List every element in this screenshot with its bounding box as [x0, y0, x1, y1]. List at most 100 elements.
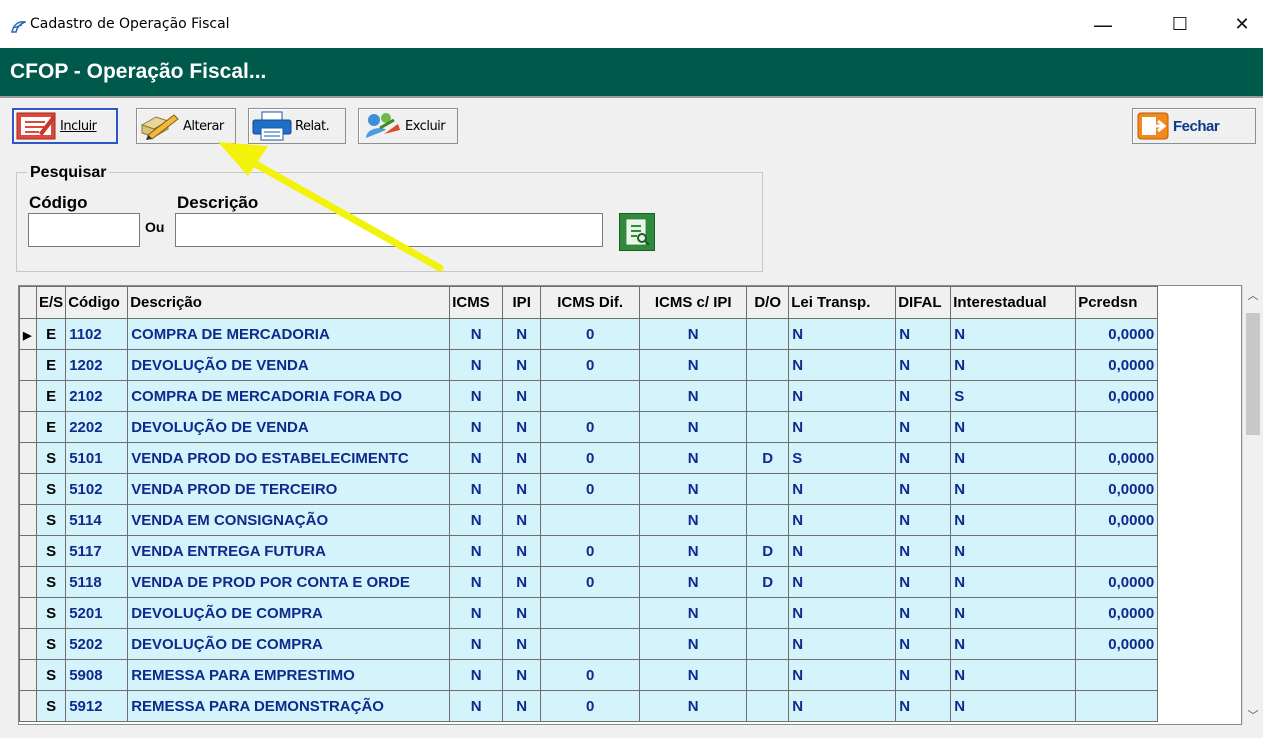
- grid-cell-ipi[interactable]: N: [502, 349, 542, 381]
- grid-cell-difal[interactable]: N: [895, 659, 952, 691]
- grid-cell-difal[interactable]: N: [895, 504, 952, 536]
- grid-cell-icms-ipi[interactable]: N: [639, 566, 748, 598]
- grid-cell-difal[interactable]: N: [895, 380, 952, 412]
- col-header-lei-transp[interactable]: Lei Transp.: [788, 286, 897, 319]
- grid-cell-descricao[interactable]: VENDA PROD DO ESTABELECIMENTC: [127, 442, 451, 474]
- grid-cell-descricao[interactable]: VENDA PROD DE TERCEIRO: [127, 473, 451, 505]
- grid-cell-do[interactable]: [746, 411, 790, 443]
- grid-cell-lei-transp[interactable]: N: [788, 473, 897, 505]
- table-row[interactable]: S 5117 VENDA ENTREGA FUTURA N N 0 N D N N N: [19, 535, 1159, 567]
- col-header-icms[interactable]: ICMS: [449, 286, 504, 319]
- descricao-input[interactable]: [175, 213, 603, 247]
- grid-cell-lei-transp[interactable]: N: [788, 318, 897, 350]
- grid-cell-pcredsn[interactable]: 0,0000: [1075, 349, 1159, 381]
- grid-cell-descricao[interactable]: DEVOLUÇÃO DE COMPRA: [127, 628, 451, 660]
- row-indicator[interactable]: [19, 628, 37, 660]
- grid-cell-codigo[interactable]: 1102: [65, 318, 129, 350]
- grid-cell-es[interactable]: E: [35, 349, 67, 381]
- grid-cell-pcredsn[interactable]: [1075, 411, 1159, 443]
- grid-cell-es[interactable]: S: [35, 659, 67, 691]
- grid-cell-icms-dif[interactable]: 0: [540, 535, 641, 567]
- grid-cell-icms-dif[interactable]: 0: [540, 318, 641, 350]
- grid-cell-icms[interactable]: N: [449, 535, 504, 567]
- grid-cell-descricao[interactable]: COMPRA DE MERCADORIA: [127, 318, 451, 350]
- grid-cell-difal[interactable]: N: [895, 442, 952, 474]
- table-row[interactable]: S 5118 VENDA DE PROD POR CONTA E ORDE N N 0 N D…: [19, 566, 1159, 598]
- grid-cell-pcredsn[interactable]: [1075, 690, 1159, 722]
- row-indicator[interactable]: [19, 380, 37, 412]
- col-header-es[interactable]: E/S: [35, 286, 67, 319]
- grid-cell-do[interactable]: [746, 504, 790, 536]
- grid-cell-icms-ipi[interactable]: N: [639, 597, 748, 629]
- grid-cell-ipi[interactable]: N: [502, 535, 542, 567]
- table-row[interactable]: S 5101 VENDA PROD DO ESTABELECIMENTC N N 0 N D S…: [19, 442, 1159, 474]
- grid-cell-icms[interactable]: N: [449, 318, 504, 350]
- grid-cell-pcredsn[interactable]: [1075, 535, 1159, 567]
- grid-cell-descricao[interactable]: VENDA ENTREGA FUTURA: [127, 535, 451, 567]
- col-header-icms-dif[interactable]: ICMS Dif.: [540, 286, 641, 319]
- grid-cell-do[interactable]: D: [746, 566, 790, 598]
- grid-cell-do[interactable]: [746, 473, 790, 505]
- grid-cell-ipi[interactable]: N: [502, 690, 542, 722]
- grid-cell-codigo[interactable]: 5908: [65, 659, 129, 691]
- grid-cell-interestadual[interactable]: N: [950, 411, 1077, 443]
- grid-cell-codigo[interactable]: 5202: [65, 628, 129, 660]
- grid-cell-icms-ipi[interactable]: N: [639, 504, 748, 536]
- grid-cell-descricao[interactable]: DEVOLUÇÃO DE VENDA: [127, 411, 451, 443]
- grid-cell-interestadual[interactable]: N: [950, 504, 1077, 536]
- incluir-button[interactable]: Incluir: [12, 108, 118, 144]
- grid-cell-difal[interactable]: N: [895, 628, 952, 660]
- table-row[interactable]: S 5908 REMESSA PARA EMPRESTIMO N N 0 N N N N: [19, 659, 1159, 691]
- grid-cell-descricao[interactable]: VENDA DE PROD POR CONTA E ORDE: [127, 566, 451, 598]
- table-row[interactable]: S 5114 VENDA EM CONSIGNAÇÃO N N N N N N 0,0000: [19, 504, 1159, 536]
- grid-cell-interestadual[interactable]: N: [950, 628, 1077, 660]
- grid-cell-icms-ipi[interactable]: N: [639, 473, 748, 505]
- col-header-codigo[interactable]: Código: [65, 286, 129, 319]
- table-row[interactable]: E 2102 COMPRA DE MERCADORIA FORA DO N N N N N S 0…: [19, 380, 1159, 412]
- grid-cell-icms[interactable]: N: [449, 690, 504, 722]
- grid-cell-icms-ipi[interactable]: N: [639, 442, 748, 474]
- grid-cell-es[interactable]: S: [35, 442, 67, 474]
- row-indicator[interactable]: [19, 566, 37, 598]
- search-button[interactable]: [619, 213, 655, 251]
- grid-cell-icms[interactable]: N: [449, 628, 504, 660]
- grid-cell-es[interactable]: S: [35, 597, 67, 629]
- grid-cell-icms-ipi[interactable]: N: [639, 349, 748, 381]
- grid-cell-interestadual[interactable]: N: [950, 442, 1077, 474]
- grid-cell-es[interactable]: S: [35, 690, 67, 722]
- grid-cell-do[interactable]: [746, 628, 790, 660]
- grid-cell-icms-dif[interactable]: 0: [540, 690, 641, 722]
- close-window-button[interactable]: ✕: [1222, 12, 1262, 38]
- grid-cell-pcredsn[interactable]: 0,0000: [1075, 318, 1159, 350]
- grid-cell-codigo[interactable]: 5201: [65, 597, 129, 629]
- grid-cell-ipi[interactable]: N: [502, 380, 542, 412]
- grid-cell-lei-transp[interactable]: N: [788, 349, 897, 381]
- grid-cell-codigo[interactable]: 1202: [65, 349, 129, 381]
- row-indicator[interactable]: [19, 349, 37, 381]
- grid-cell-ipi[interactable]: N: [502, 318, 542, 350]
- grid-cell-difal[interactable]: N: [895, 473, 952, 505]
- grid-cell-do[interactable]: [746, 349, 790, 381]
- table-row[interactable]: S 5102 VENDA PROD DE TERCEIRO N N 0 N N N N 0,0000: [19, 473, 1159, 505]
- grid-cell-pcredsn[interactable]: 0,0000: [1075, 566, 1159, 598]
- row-indicator[interactable]: [19, 473, 37, 505]
- relatorio-button[interactable]: Relat.: [248, 108, 346, 144]
- row-indicator[interactable]: [19, 504, 37, 536]
- grid-cell-es[interactable]: E: [35, 380, 67, 412]
- grid-cell-es[interactable]: S: [35, 473, 67, 505]
- grid-cell-icms-dif[interactable]: 0: [540, 442, 641, 474]
- grid-cell-codigo[interactable]: 5118: [65, 566, 129, 598]
- grid-cell-ipi[interactable]: N: [502, 628, 542, 660]
- grid-cell-interestadual[interactable]: N: [950, 318, 1077, 350]
- grid-cell-icms-ipi[interactable]: N: [639, 628, 748, 660]
- grid-cell-pcredsn[interactable]: 0,0000: [1075, 504, 1159, 536]
- grid-cell-do[interactable]: [746, 690, 790, 722]
- col-header-interestadual[interactable]: Interestadual: [950, 286, 1077, 319]
- grid-cell-icms[interactable]: N: [449, 473, 504, 505]
- col-header-pcredsn[interactable]: Pcredsn: [1075, 286, 1159, 319]
- grid-cell-do[interactable]: [746, 318, 790, 350]
- grid-cell-es[interactable]: E: [35, 318, 67, 350]
- grid-cell-difal[interactable]: N: [895, 349, 952, 381]
- fechar-button[interactable]: Fechar: [1132, 108, 1256, 144]
- grid-cell-codigo[interactable]: 5117: [65, 535, 129, 567]
